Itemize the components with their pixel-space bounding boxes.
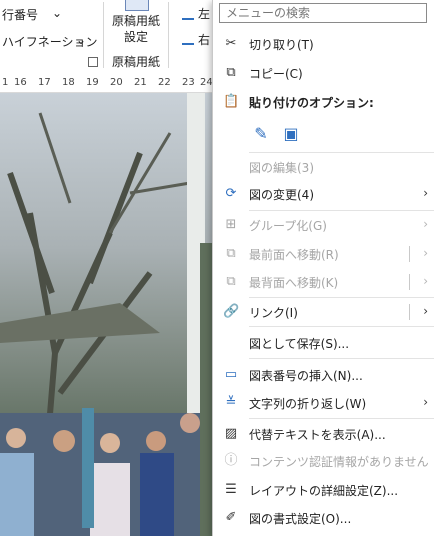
menu-item-alt-text[interactable]: ▨ 代替テキストを表示(A)... bbox=[213, 421, 439, 447]
chevron-right-icon: › bbox=[423, 246, 428, 260]
menu-item-save-as-picture[interactable]: 図として保存(S)... bbox=[213, 330, 439, 356]
menu-separator bbox=[249, 152, 434, 153]
menu-item-copy[interactable]: ⧉ コピー(C) bbox=[213, 60, 439, 86]
menu-item-label: 図表番号の挿入(N)... bbox=[249, 369, 363, 383]
alt-text-icon: ▨ bbox=[224, 426, 238, 441]
menu-separator bbox=[249, 418, 434, 419]
change-picture-icon: ⟳ bbox=[225, 186, 237, 201]
caption-icon: ▭ bbox=[224, 367, 238, 382]
line-number-button[interactable]: 行番号 bbox=[2, 6, 38, 23]
menu-item-label: リンク(I) bbox=[249, 306, 298, 320]
menu-item-label: レイアウトの詳細設定(Z)... bbox=[249, 484, 399, 498]
chevron-right-icon: › bbox=[423, 186, 428, 200]
divider bbox=[103, 2, 104, 68]
ruler-number: 18 bbox=[62, 77, 75, 88]
menu-item-label: 最背面へ移動(K) bbox=[249, 276, 339, 290]
menu-item-label: 切り取り(T) bbox=[249, 38, 314, 52]
ruler-number: 20 bbox=[110, 77, 123, 88]
menu-item-label: 文字列の折り返し(W) bbox=[249, 397, 367, 411]
layout-icon: ☰ bbox=[225, 482, 237, 497]
split-divider bbox=[409, 246, 410, 262]
dialog-launcher-icon[interactable] bbox=[88, 57, 98, 67]
chevron-right-icon: › bbox=[423, 217, 428, 231]
manuscript-setting-button[interactable]: 原稿用紙 設定 bbox=[112, 13, 160, 45]
copy-icon: ⧉ bbox=[226, 65, 236, 80]
menu-separator bbox=[249, 358, 434, 359]
divider bbox=[168, 2, 169, 68]
paste-picture-icon[interactable]: ▣ bbox=[279, 122, 303, 146]
paste-keep-formatting-icon[interactable]: ✎ bbox=[249, 122, 273, 146]
menu-separator bbox=[249, 297, 434, 298]
format-picture-icon: ✐ bbox=[225, 510, 237, 525]
split-divider bbox=[409, 274, 410, 290]
ruler-number: 21 bbox=[134, 77, 147, 88]
menu-separator bbox=[249, 326, 434, 327]
ruler-number: 16 bbox=[14, 77, 27, 88]
chevron-down-icon[interactable]: ⌄ bbox=[76, 33, 86, 47]
menu-item-group: ⊞ グループ化(G) › bbox=[213, 212, 439, 238]
wrap-text-icon: ≚ bbox=[225, 395, 237, 410]
scissors-icon: ✂ bbox=[225, 36, 237, 51]
ruler-number: 17 bbox=[38, 77, 51, 88]
send-back-icon: ⧉ bbox=[226, 274, 236, 289]
bring-front-icon: ⧉ bbox=[226, 246, 236, 261]
chevron-right-icon: › bbox=[423, 395, 428, 409]
menu-item-label: 最前面へ移動(R) bbox=[249, 248, 339, 262]
menu-item-label: 図の書式設定(O)... bbox=[249, 512, 352, 526]
manuscript-group-label: 原稿用紙 bbox=[112, 55, 161, 69]
info-icon: ⓘ bbox=[224, 453, 238, 468]
menu-search-input[interactable] bbox=[219, 3, 427, 23]
menu-item-label: コピー(C) bbox=[249, 67, 303, 81]
indent-right-label: 右 bbox=[198, 33, 211, 47]
ruler-number: 19 bbox=[86, 77, 99, 88]
indent-left-icon bbox=[182, 8, 194, 20]
indent-left-label: 左 bbox=[198, 7, 211, 21]
indent-right-icon bbox=[182, 33, 194, 45]
menu-item-label: 代替テキストを表示(A)... bbox=[249, 428, 386, 442]
menu-item-edit-picture: 図の編集(3) bbox=[213, 154, 439, 180]
menu-item-label: 貼り付けのオプション: bbox=[249, 96, 374, 110]
menu-item-label: 図として保存(S)... bbox=[249, 337, 350, 351]
ruler-number: 23 bbox=[182, 77, 195, 88]
menu-separator bbox=[249, 210, 434, 211]
menu-item-layout-details[interactable]: ☰ レイアウトの詳細設定(Z)... bbox=[213, 477, 439, 503]
menu-item-format-picture[interactable]: ✐ 図の書式設定(O)... bbox=[213, 505, 439, 531]
group-icon: ⊞ bbox=[225, 217, 237, 232]
clipboard-icon: 📋 bbox=[223, 94, 240, 109]
menu-item-link[interactable]: 🔗 リンク(I) › bbox=[213, 299, 439, 325]
link-icon: 🔗 bbox=[223, 304, 240, 319]
menu-item-label: 図の編集(3) bbox=[249, 161, 314, 175]
chevron-down-icon[interactable]: ⌄ bbox=[52, 6, 62, 20]
chevron-right-icon: › bbox=[423, 274, 428, 288]
menu-item-bring-front: ⧉ 最前面へ移動(R) › bbox=[213, 241, 439, 267]
ruler-number: 22 bbox=[158, 77, 171, 88]
split-divider bbox=[409, 304, 410, 320]
menu-item-cut[interactable]: ✂ 切り取り(T) bbox=[213, 31, 439, 57]
ruler-number: 24 bbox=[200, 77, 213, 88]
chevron-right-icon: › bbox=[423, 304, 428, 318]
menu-item-wrap-text[interactable]: ≚ 文字列の折り返し(W) › bbox=[213, 390, 439, 416]
ruler-number: 1 bbox=[2, 77, 9, 88]
menu-item-label: 図の変更(4) bbox=[249, 188, 314, 202]
menu-item-label: コンテンツ認証情報がありません bbox=[249, 455, 429, 469]
menu-item-label: グループ化(G) bbox=[249, 219, 327, 233]
menu-item-content-credentials: ⓘ コンテンツ認証情報がありません bbox=[213, 448, 439, 474]
menu-item-insert-caption[interactable]: ▭ 図表番号の挿入(N)... bbox=[213, 362, 439, 388]
menu-item-paste-options: 📋 貼り付けのオプション: bbox=[213, 89, 439, 115]
menu-item-change-picture[interactable]: ⟳ 図の変更(4) › bbox=[213, 181, 439, 207]
manuscript-paper-icon bbox=[125, 0, 149, 11]
menu-item-send-back: ⧉ 最背面へ移動(K) › bbox=[213, 269, 439, 295]
context-menu: ✂ 切り取り(T) ⧉ コピー(C) 📋 貼り付けのオプション: ✎ ▣ 図の編… bbox=[212, 0, 439, 536]
